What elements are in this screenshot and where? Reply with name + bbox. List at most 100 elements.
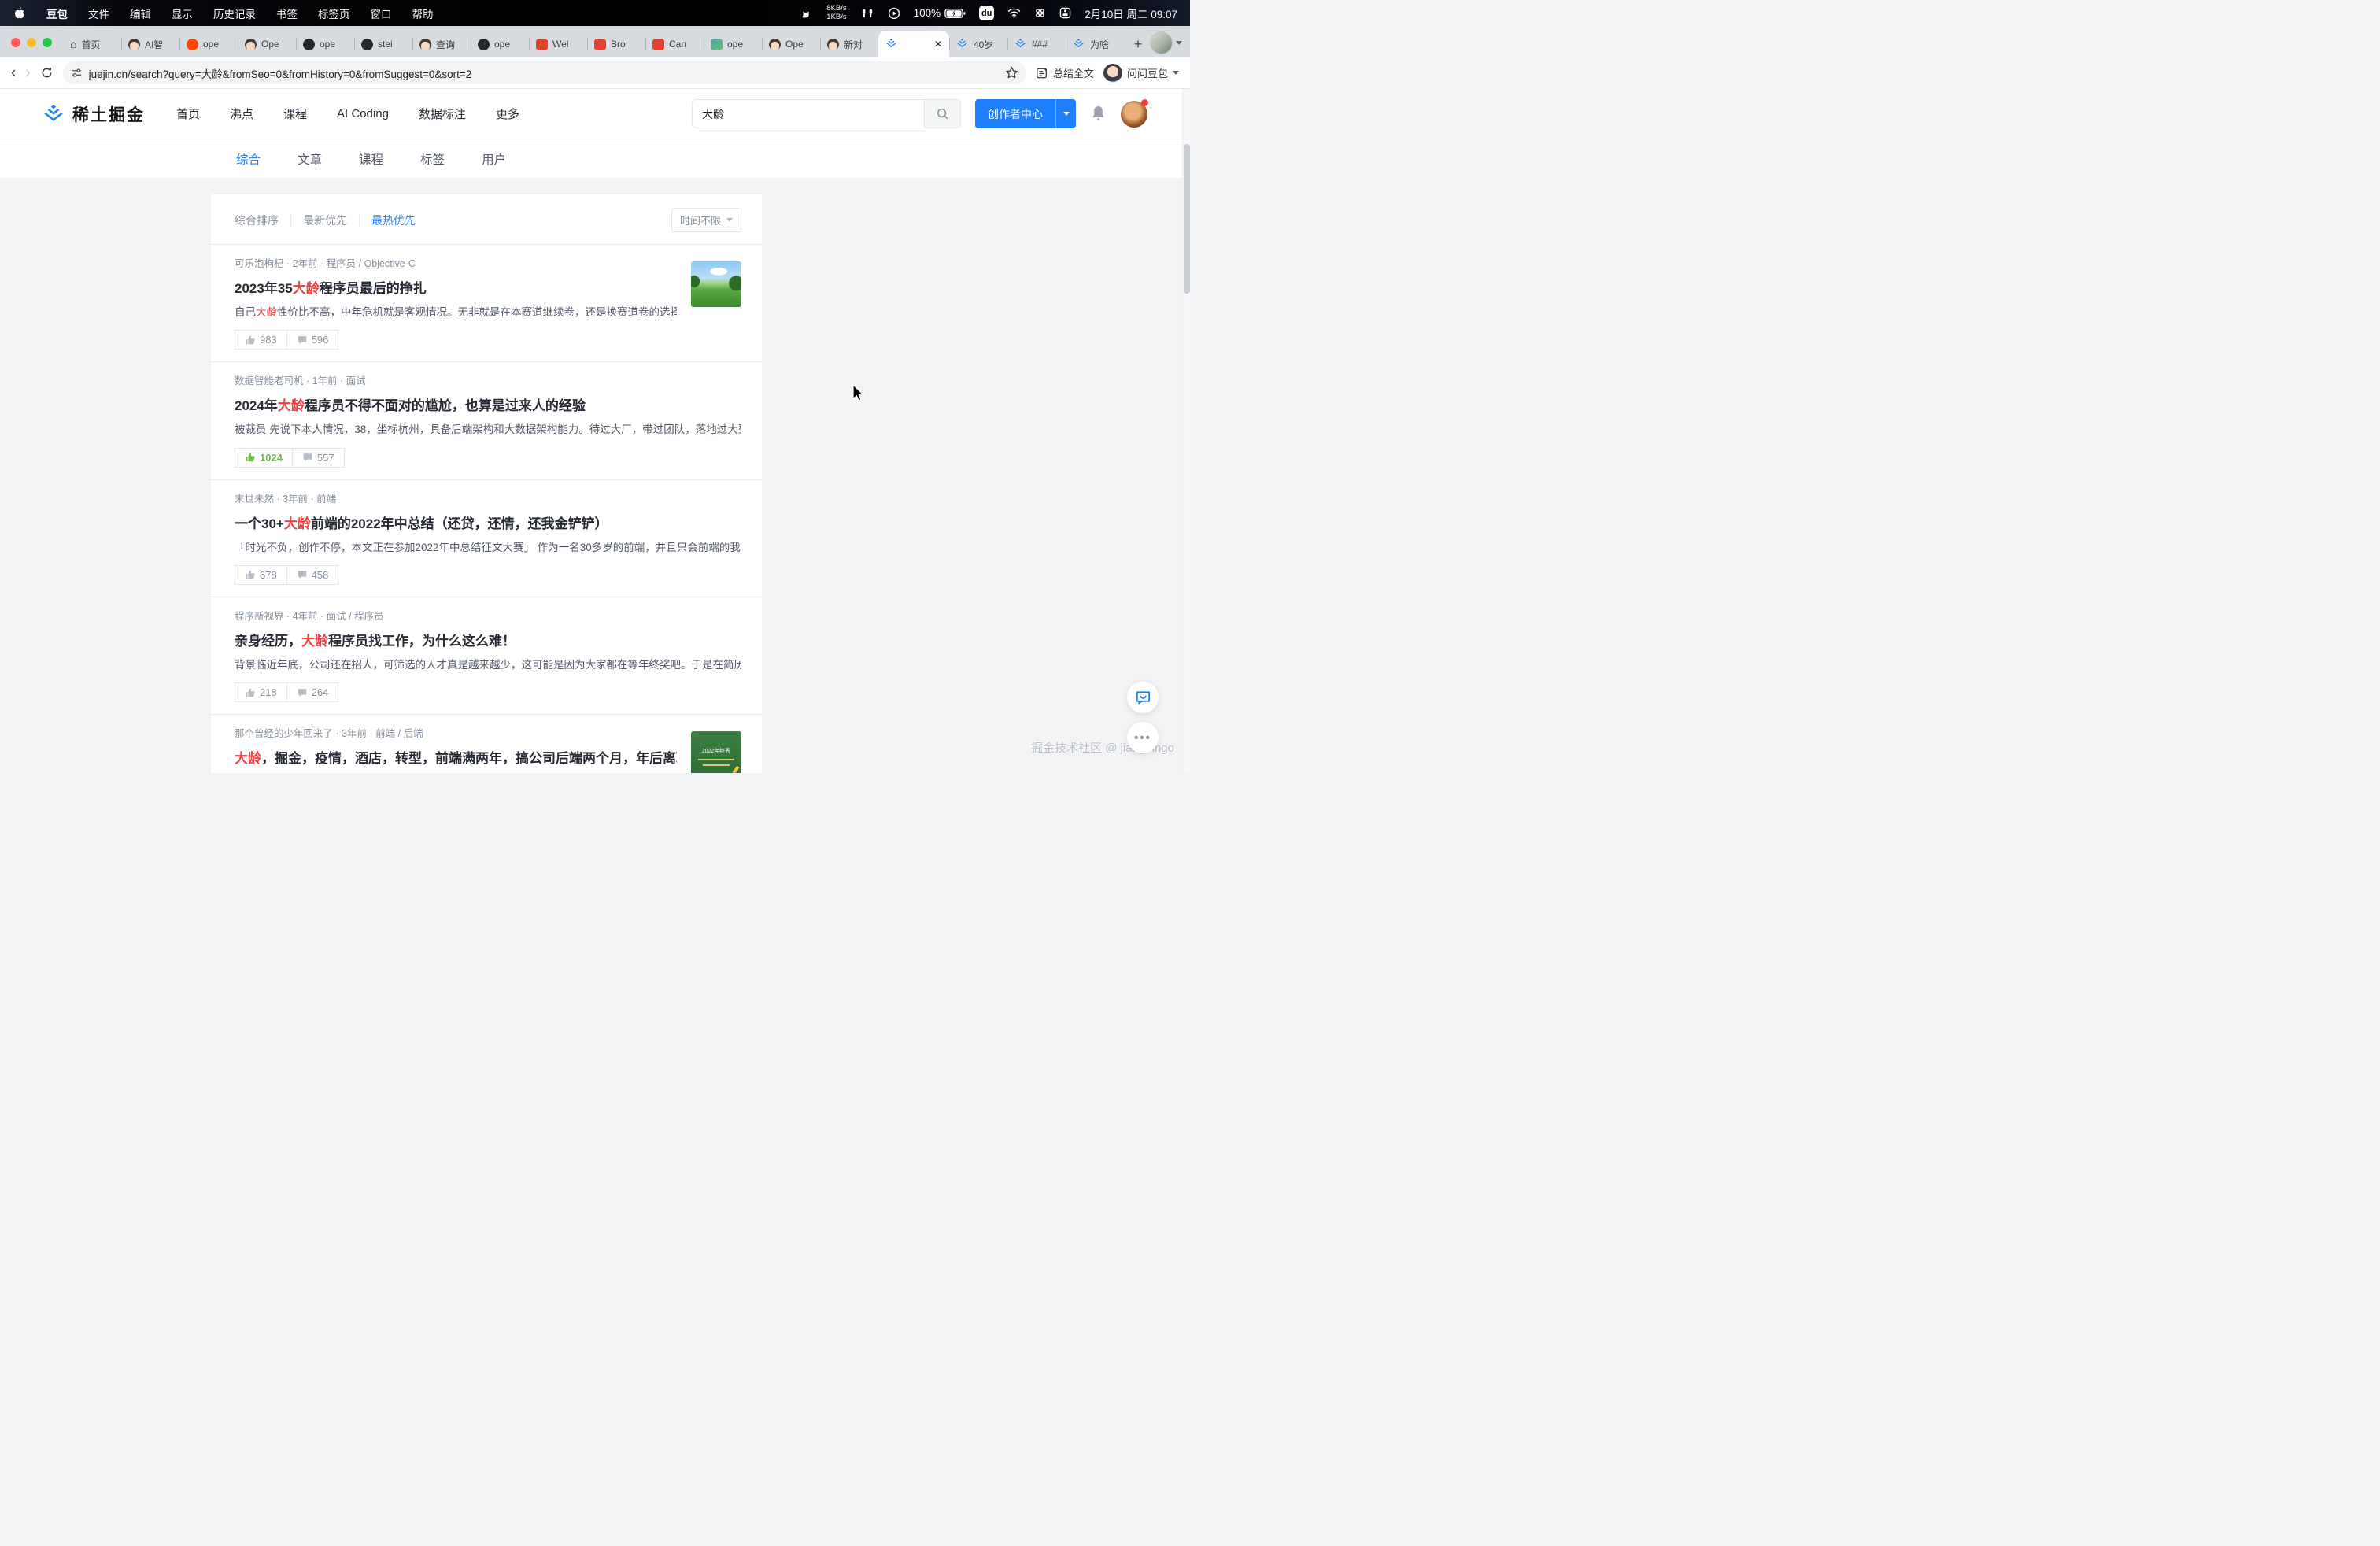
page-scrollbar[interactable] — [1182, 89, 1190, 773]
address-bar[interactable]: juejin.cn/search?query=大龄&fromSeo=0&from… — [63, 61, 1026, 84]
reload-button[interactable] — [40, 66, 54, 80]
new-tab-button[interactable]: + — [1126, 31, 1150, 57]
result-title[interactable]: 2023年35大龄程序员最后的挣扎 — [235, 277, 677, 297]
menubar-clock[interactable]: 2月10日 周二 09:07 — [1085, 6, 1177, 21]
result-title[interactable]: 亲身经历，大龄程序员找工作，为什么这么难！ — [235, 630, 741, 649]
menubar-item[interactable]: 显示 — [172, 6, 193, 21]
feedback-chat-button[interactable] — [1127, 682, 1159, 713]
summarize-button[interactable]: 总结全文 — [1036, 65, 1094, 80]
browser-tab[interactable]: Ope ✕ — [238, 31, 296, 57]
bookmark-star-icon[interactable] — [1005, 66, 1018, 80]
browser-tab[interactable]: ⌂ 首页 ✕ — [63, 31, 121, 57]
like-button[interactable]: 983 — [235, 330, 287, 350]
like-button[interactable]: 1024 — [235, 448, 293, 468]
browser-profile[interactable] — [1150, 31, 1182, 54]
notifications-bell-icon[interactable] — [1090, 105, 1107, 123]
category-tab[interactable]: 文章 — [298, 150, 322, 168]
comment-button[interactable]: 557 — [292, 448, 345, 468]
result-title[interactable]: 一个30+大龄前端的2022年中总结（还贷，还情，还我金铲铲） — [235, 512, 741, 532]
browser-tab[interactable]: stei ✕ — [354, 31, 412, 57]
creator-center-button[interactable]: 创作者中心 — [975, 99, 1076, 128]
forward-button[interactable]: › — [25, 65, 30, 80]
control-center-icon[interactable] — [1059, 7, 1071, 19]
comment-button[interactable]: 596 — [286, 330, 339, 350]
back-button[interactable]: ‹ — [11, 65, 16, 80]
search-result-item[interactable]: 可乐泡枸杞 · 2年前 · 程序员 / Objective-C 2023年35大… — [211, 244, 762, 361]
menubar-item[interactable]: 帮助 — [412, 6, 434, 21]
menubar-item[interactable]: 书签 — [276, 6, 298, 21]
browser-tab[interactable]: ope ✕ — [704, 31, 762, 57]
wifi-icon[interactable] — [1007, 8, 1021, 18]
cat-statusbar-icon[interactable] — [800, 7, 813, 20]
search-result-item[interactable]: 程序新视界 · 4年前 · 面试 / 程序员 亲身经历，大龄程序员找工作，为什么… — [211, 597, 762, 714]
result-thumbnail[interactable] — [691, 261, 741, 307]
result-title[interactable]: 大龄，掘金，疫情，酒店，转型，前端满两年，搞公司后端两个月，年后离职 — [235, 747, 677, 767]
comment-button[interactable]: 264 — [286, 682, 339, 702]
creator-dropdown[interactable] — [1055, 99, 1076, 128]
browser-tab[interactable]: ✕ — [878, 31, 949, 57]
airpods-icon[interactable] — [860, 8, 874, 19]
browser-tab[interactable]: ope ✕ — [471, 31, 529, 57]
category-tab[interactable]: 课程 — [359, 150, 383, 168]
minimize-window-button[interactable] — [27, 38, 36, 47]
browser-tab[interactable]: Can ✕ — [645, 31, 704, 57]
menubar-item[interactable]: 标签页 — [318, 6, 350, 21]
result-thumbnail[interactable]: 2022年终秀 — [691, 731, 741, 773]
search-result-item[interactable]: 那个曾经的少年回来了 · 3年前 · 前端 / 后端 大龄，掘金，疫情，酒店，转… — [211, 714, 762, 773]
menubar-app-name[interactable]: 豆包 — [46, 6, 68, 21]
more-actions-button[interactable]: ••• — [1127, 722, 1159, 753]
browser-tab[interactable]: ope ✕ — [179, 31, 238, 57]
du-app-icon[interactable]: du — [979, 6, 994, 20]
battery-status[interactable]: 100% — [914, 7, 966, 19]
search-input[interactable] — [693, 100, 924, 128]
browser-tab[interactable]: ope ✕ — [296, 31, 354, 57]
time-filter-dropdown[interactable]: 时间不限 — [671, 208, 741, 232]
browser-tab[interactable]: 新对 ✕ — [820, 31, 878, 57]
user-avatar[interactable] — [1121, 101, 1148, 128]
nav-item-4[interactable]: AI Coding — [337, 107, 389, 120]
zoom-window-button[interactable] — [42, 38, 52, 47]
comment-button[interactable]: 458 — [286, 565, 339, 585]
scrollbar-thumb[interactable] — [1184, 144, 1190, 294]
browser-tab[interactable]: 为啥 ✕ — [1066, 31, 1124, 57]
sort-option[interactable]: 最新优先 — [303, 213, 347, 228]
browser-tab[interactable]: Wel ✕ — [529, 31, 587, 57]
close-window-button[interactable] — [11, 38, 20, 47]
category-tab[interactable]: 用户 — [482, 150, 506, 168]
menubar-item[interactable]: 历史记录 — [213, 6, 256, 21]
nav-item-2[interactable]: 沸点 — [230, 105, 253, 122]
search-result-item[interactable]: 数据智能老司机 · 1年前 · 面试 2024年大龄程序员不得不面对的尴尬，也算… — [211, 361, 762, 479]
chevron-down-icon[interactable] — [1173, 71, 1179, 75]
category-tab[interactable]: 标签 — [420, 150, 445, 168]
browser-tab[interactable]: AI智 ✕ — [121, 31, 179, 57]
nav-item-1[interactable]: 首页 — [176, 105, 200, 122]
juejin-logo[interactable]: 稀土掘金 — [42, 102, 145, 126]
browser-tab[interactable]: Bro ✕ — [587, 31, 645, 57]
menubar-item[interactable]: 编辑 — [130, 6, 151, 21]
result-title[interactable]: 2024年大龄程序员不得不面对的尴尬，也算是过来人的经验 — [235, 394, 741, 414]
url-text[interactable]: juejin.cn/search?query=大龄&fromSeo=0&from… — [89, 65, 999, 81]
network-speed[interactable]: 8KB/s 1KB/s — [826, 5, 846, 22]
search-button[interactable] — [924, 100, 960, 128]
browser-tab[interactable]: Ope ✕ — [762, 31, 820, 57]
menubar-item[interactable]: 文件 — [88, 6, 109, 21]
play-status-icon[interactable] — [888, 7, 900, 20]
tab-close-icon[interactable]: ✕ — [934, 39, 942, 50]
nav-item-6[interactable]: 更多 — [496, 105, 519, 122]
category-tab[interactable]: 综合 — [236, 150, 261, 168]
tune-icon[interactable] — [71, 67, 83, 79]
sort-option[interactable]: 最热优先 — [371, 213, 416, 228]
browser-tab[interactable]: ### ✕ — [1007, 31, 1066, 57]
menubar-item[interactable]: 窗口 — [371, 6, 392, 21]
app-grid-icon[interactable] — [1034, 7, 1046, 19]
ask-doubao-button[interactable]: 问问豆包 — [1103, 64, 1179, 83]
nav-item-5[interactable]: 数据标注 — [419, 105, 466, 122]
browser-tab[interactable]: 查询 ✕ — [412, 31, 471, 57]
like-button[interactable]: 218 — [235, 682, 287, 702]
search-result-item[interactable]: 末世未然 · 3年前 · 前端 一个30+大龄前端的2022年中总结（还贷，还情… — [211, 479, 762, 597]
sort-option[interactable]: 综合排序 — [235, 213, 279, 228]
browser-tab[interactable]: 40岁 ✕ — [949, 31, 1007, 57]
apple-menu-icon[interactable] — [13, 6, 26, 20]
nav-item-3[interactable]: 课程 — [283, 105, 307, 122]
like-button[interactable]: 678 — [235, 565, 287, 585]
